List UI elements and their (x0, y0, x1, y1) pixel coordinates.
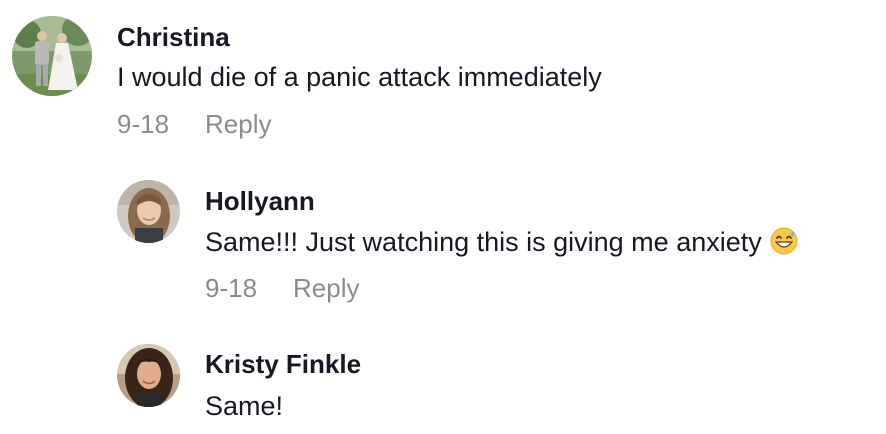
comment-hollyann: Hollyann Same!!! Just watching this is g… (0, 170, 886, 320)
grinning-face-with-sweat-emoji-icon (770, 227, 798, 262)
avatar-hollyann[interactable] (117, 180, 180, 243)
comment-text-content: Same!!! Just watching this is giving me … (205, 227, 762, 257)
comment-text: Same! (205, 391, 284, 421)
wedding-photo-avatar-icon (12, 16, 92, 96)
reply-button[interactable]: Reply (293, 273, 359, 303)
reply-button[interactable]: Reply (205, 109, 271, 139)
comment-author-name[interactable]: Hollyann (205, 186, 315, 216)
comment-text: I would die of a panic attack immediatel… (117, 62, 602, 92)
comment-date: 9-18 (117, 109, 170, 139)
comment-date: 9-18 (205, 273, 258, 303)
comment-text: Same!!! Just watching this is giving me … (205, 226, 798, 262)
comment-christina: Christina I would die of a panic attack … (0, 0, 886, 150)
comment-author-name[interactable]: Kristy Finkle (205, 349, 361, 379)
user-photo-avatar-icon (117, 180, 180, 243)
avatar-kristy-finkle[interactable] (117, 344, 180, 407)
avatar-christina[interactable] (12, 16, 92, 96)
user-photo-avatar-icon (117, 344, 180, 407)
comment-kristy-finkle: Kristy Finkle Same! (0, 335, 886, 434)
comment-author-name[interactable]: Christina (117, 22, 230, 52)
